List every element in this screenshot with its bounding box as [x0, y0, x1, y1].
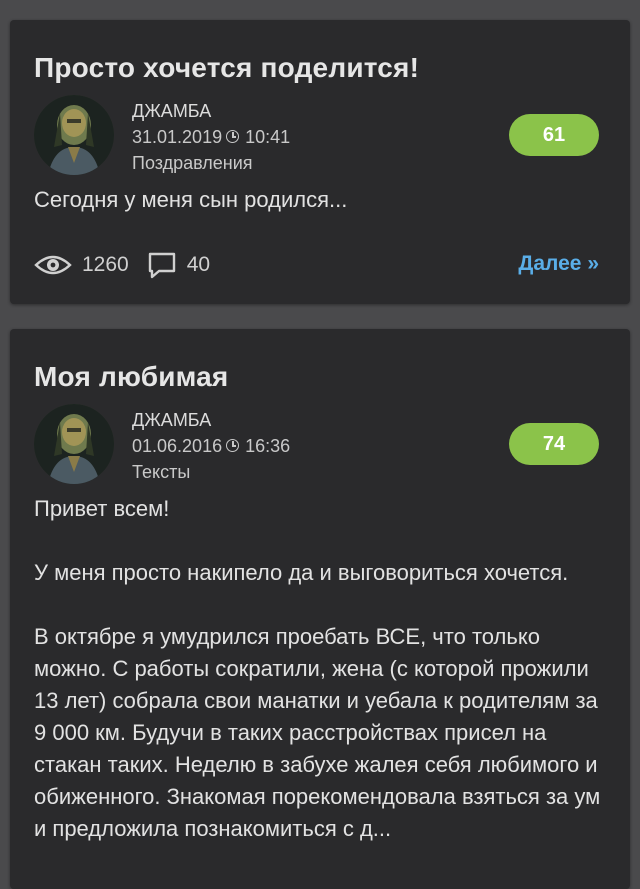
post-date: 31.01.2019	[132, 127, 223, 147]
post-excerpt: Сегодня у меня сын родился...	[34, 187, 348, 212]
post-time: 10:41	[245, 127, 291, 147]
views-count: 1260	[82, 253, 129, 276]
clock-icon	[226, 130, 240, 143]
eye-icon	[34, 255, 72, 275]
author-avatar[interactable]	[34, 404, 114, 484]
author-name[interactable]: ДЖАМБА	[132, 407, 290, 433]
post-meta: ДЖАМБА 31.01.2019 10:41 Поздравления	[132, 98, 290, 176]
clock-icon	[226, 439, 240, 452]
author-avatar[interactable]	[34, 95, 114, 175]
avatar-image	[34, 95, 114, 175]
avatar-image	[34, 404, 114, 484]
post-datetime: 31.01.2019 10:41	[132, 124, 290, 150]
post-category[interactable]: Поздравления	[132, 150, 290, 176]
author-name[interactable]: ДЖАМБА	[132, 98, 290, 124]
post-datetime: 01.06.2016 16:36	[132, 433, 290, 459]
post-greeting: Привет всем!	[34, 496, 170, 521]
post-card[interactable]: Просто хочется поделится! ДЖАМБА 31.01.2…	[10, 20, 630, 304]
post-card[interactable]: Моя любимая ДЖАМБА 01.06.2016 16:36 Текст…	[10, 329, 630, 889]
post-title[interactable]: Моя любимая	[34, 361, 228, 393]
post-time: 16:36	[245, 436, 291, 456]
comments-count[interactable]: 40	[187, 253, 210, 277]
post-category[interactable]: Тексты	[132, 459, 290, 485]
rating-badge[interactable]: 74	[509, 423, 599, 465]
post-date: 01.06.2016	[132, 436, 223, 456]
read-more-link[interactable]: Далее »	[518, 252, 599, 276]
comment-icon	[148, 252, 175, 279]
post-title[interactable]: Просто хочется поделится!	[34, 52, 419, 84]
post-paragraph: В октябре я умудрился проебать ВСЕ, что …	[34, 624, 601, 841]
post-stats: 1260 40	[34, 250, 228, 280]
post-paragraph: У меня просто накипело да и выговориться…	[34, 560, 569, 585]
post-meta: ДЖАМБА 01.06.2016 16:36 Тексты	[132, 407, 290, 485]
rating-badge[interactable]: 61	[509, 114, 599, 156]
